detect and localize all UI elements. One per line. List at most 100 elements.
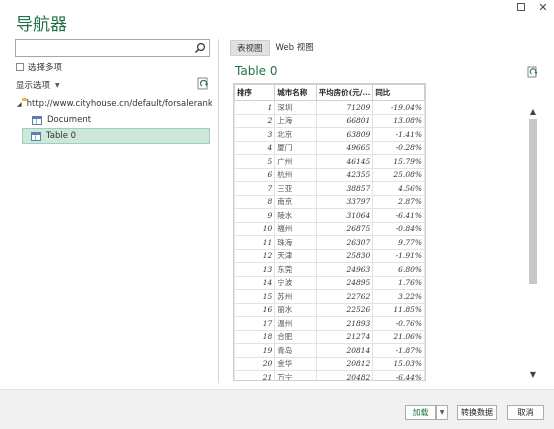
- city-cell: 万宁: [274, 370, 317, 380]
- refresh-preview-icon[interactable]: [527, 66, 539, 78]
- preview-table: 排序 城市名称 平均房价(元/... 同比 1 深圳 71209 -19.04% 2 上海…: [233, 83, 426, 381]
- city-cell: 丽水: [274, 302, 317, 317]
- rank-cell: 10: [234, 221, 276, 236]
- tree-expand-icon[interactable]: ◢: [17, 101, 22, 108]
- city-cell: 三亚: [274, 181, 317, 196]
- load-button[interactable]: 加载: [405, 405, 436, 420]
- price-cell: 26307: [315, 235, 374, 250]
- cancel-button[interactable]: 取消: [507, 405, 544, 420]
- table-icon: [32, 115, 42, 125]
- table-row: 17 温州 21893 -0.76%: [234, 316, 425, 331]
- tree-item-label: Table 0: [46, 131, 77, 141]
- price-cell: 31064: [315, 208, 374, 223]
- table-body: 1 深圳 71209 -19.04% 2 上海 66801 13.08% 3 北京 63809 -1.…: [234, 100, 425, 380]
- rank-cell: 1: [234, 100, 276, 115]
- rank-cell: 3: [234, 127, 276, 142]
- price-cell: 21893: [315, 316, 374, 331]
- tab-web-view[interactable]: Web 视图: [270, 40, 320, 56]
- maximize-icon: [517, 3, 525, 11]
- rank-cell: 11: [234, 235, 276, 250]
- scroll-down-icon[interactable]: ▼: [526, 369, 540, 380]
- city-cell: 深圳: [274, 100, 317, 115]
- tree-root-label: http://www.cityhouse.cn/default/forsaler…: [26, 99, 212, 109]
- yoy-cell: 15.79%: [372, 154, 425, 169]
- search-box[interactable]: [15, 39, 210, 61]
- yoy-cell: 13.08%: [372, 113, 425, 128]
- yoy-cell: -1.91%: [372, 248, 425, 263]
- tree-root-node[interactable]: ◢ http://www.cityhouse.cn/default/forsal…: [17, 96, 212, 112]
- column-header[interactable]: 平均房价(元/...: [315, 84, 374, 101]
- table-row: 3 北京 63809 -1.41%: [234, 127, 425, 142]
- yoy-cell: 15.03%: [372, 356, 425, 371]
- multi-select-label: 选择多项: [28, 63, 63, 73]
- table-row: 6 杭州 42355 25.08%: [234, 167, 425, 182]
- table-row: 7 三亚 38857 4.56%: [234, 181, 425, 196]
- scroll-up-icon[interactable]: ▲: [526, 106, 540, 117]
- price-cell: 33797: [315, 194, 374, 209]
- price-cell: 20482: [315, 370, 374, 380]
- view-tabs: 表视图 Web 视图: [230, 40, 320, 56]
- maximize-button[interactable]: [510, 0, 532, 14]
- price-cell: 71209: [315, 100, 374, 115]
- scroll-thumb[interactable]: [529, 119, 537, 284]
- yoy-cell: -0.76%: [372, 316, 425, 331]
- city-cell: 东莞: [274, 262, 317, 277]
- dialog-footer: 加载 ▼ 转换数据 取消: [0, 389, 554, 429]
- rank-cell: 9: [234, 208, 276, 223]
- city-cell: 金华: [274, 356, 317, 371]
- transform-data-button[interactable]: 转换数据: [457, 405, 497, 420]
- tree-item-document[interactable]: Document: [17, 112, 212, 128]
- rank-cell: 15: [234, 289, 276, 304]
- vertical-scrollbar[interactable]: ▲ ▼: [526, 106, 540, 380]
- price-cell: 66801: [315, 113, 374, 128]
- price-cell: 25830: [315, 248, 374, 263]
- price-cell: 24963: [315, 262, 374, 277]
- rank-cell: 18: [234, 329, 276, 344]
- table-row: 20 金华 20812 15.03%: [234, 356, 425, 371]
- table-row: 13 东莞 24963 6.80%: [234, 262, 425, 277]
- yoy-cell: -6.41%: [372, 208, 425, 223]
- multi-select-option[interactable]: 选择多项: [16, 61, 62, 73]
- yoy-cell: -19.04%: [372, 100, 425, 115]
- table-row: 2 上海 66801 13.08%: [234, 113, 425, 128]
- multi-select-checkbox[interactable]: [16, 63, 24, 71]
- navigator-tree: ◢ http://www.cityhouse.cn/default/forsal…: [17, 96, 212, 128]
- yoy-cell: 1.76%: [372, 275, 425, 290]
- rank-cell: 12: [234, 248, 276, 263]
- column-header[interactable]: 同比: [372, 84, 425, 101]
- price-cell: 22762: [315, 289, 374, 304]
- rank-cell: 8: [234, 194, 276, 209]
- table-row: 15 苏州 22762 3.22%: [234, 289, 425, 304]
- table-row: 19 青岛 20814 -1.87%: [234, 343, 425, 358]
- city-cell: 南京: [274, 194, 317, 209]
- column-header[interactable]: 排序: [234, 84, 276, 101]
- yoy-cell: 3.22%: [372, 289, 425, 304]
- column-header[interactable]: 城市名称: [274, 84, 317, 101]
- pane-divider[interactable]: [218, 39, 219, 383]
- search-icon[interactable]: [194, 42, 206, 54]
- window-controls: ✕: [510, 0, 554, 14]
- city-cell: 福州: [274, 221, 317, 236]
- table-row: 10 福州 26875 -0.84%: [234, 221, 425, 236]
- price-cell: 22526: [315, 302, 374, 317]
- scroll-track[interactable]: [529, 119, 537, 367]
- display-options-dropdown[interactable]: 显示选项 ▼: [16, 79, 60, 91]
- table-row: 21 万宁 20482 -6.44%: [234, 370, 425, 380]
- yoy-cell: -0.28%: [372, 140, 425, 155]
- tab-table-view[interactable]: 表视图: [230, 40, 270, 56]
- table-row: 12 天津 25830 -1.91%: [234, 248, 425, 263]
- city-cell: 合肥: [274, 329, 317, 344]
- city-cell: 上海: [274, 113, 317, 128]
- load-options-button[interactable]: ▼: [436, 405, 448, 420]
- price-cell: 42355: [315, 167, 374, 182]
- close-button[interactable]: ✕: [532, 0, 554, 14]
- tree-item-table-0[interactable]: Table 0: [22, 128, 210, 144]
- price-cell: 20814: [315, 343, 374, 358]
- rank-cell: 4: [234, 140, 276, 155]
- yoy-cell: 4.56%: [372, 181, 425, 196]
- search-input[interactable]: [16, 44, 186, 61]
- refresh-icon[interactable]: [197, 77, 210, 90]
- tree-item-label: Document: [47, 115, 92, 125]
- chevron-down-icon: ▼: [55, 81, 60, 89]
- table-row: 1 深圳 71209 -19.04%: [234, 100, 425, 115]
